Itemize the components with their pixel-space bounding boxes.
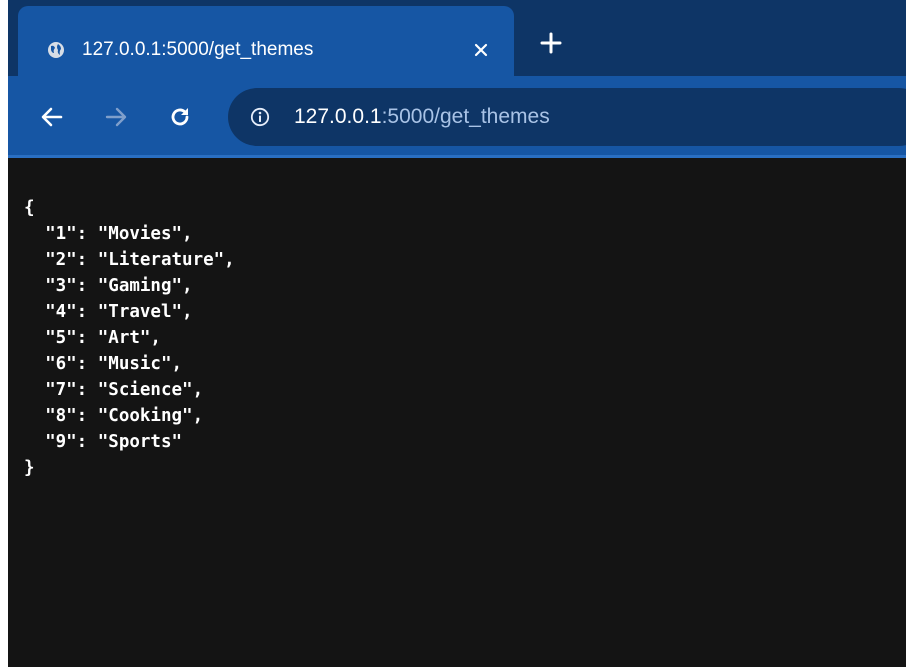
tab-strip: 127.0.0.1:5000/get_themes xyxy=(8,0,906,76)
json-close-brace: } xyxy=(24,458,35,478)
json-line: "3": "Gaming", xyxy=(24,276,193,296)
tab-title: 127.0.0.1:5000/get_themes xyxy=(82,39,314,60)
close-icon[interactable] xyxy=(473,42,489,58)
active-tab[interactable]: 127.0.0.1:5000/get_themes xyxy=(18,6,514,76)
info-icon[interactable] xyxy=(250,107,270,127)
plus-icon[interactable] xyxy=(539,31,563,55)
browser-window: 127.0.0.1:5000/get_themes 127.0.0.1:5000… xyxy=(8,0,906,667)
url-host: 127.0.0.1 xyxy=(294,105,382,128)
toolbar: 127.0.0.1:5000/get_themes xyxy=(8,76,906,158)
json-line: "4": "Travel", xyxy=(24,302,193,322)
json-line: "9": "Sports" xyxy=(24,432,183,452)
arrow-right-icon[interactable] xyxy=(104,105,128,129)
json-open-brace: { xyxy=(24,198,35,218)
reload-icon[interactable] xyxy=(168,105,192,129)
globe-icon xyxy=(48,42,64,58)
json-line: "7": "Science", xyxy=(24,380,204,400)
json-line: "8": "Cooking", xyxy=(24,406,204,426)
json-line: "2": "Literature", xyxy=(24,250,235,270)
json-line: "5": "Art", xyxy=(24,328,161,348)
json-line: "1": "Movies", xyxy=(24,224,193,244)
page-content: { "1": "Movies", "2": "Literature", "3":… xyxy=(8,158,906,667)
json-line: "6": "Music", xyxy=(24,354,183,374)
arrow-left-icon[interactable] xyxy=(40,105,64,129)
address-bar[interactable]: 127.0.0.1:5000/get_themes xyxy=(228,88,906,146)
url-path: :5000/get_themes xyxy=(381,105,550,128)
json-viewer: { "1": "Movies", "2": "Literature", "3":… xyxy=(24,195,235,481)
url-text[interactable]: 127.0.0.1:5000/get_themes xyxy=(294,105,550,129)
